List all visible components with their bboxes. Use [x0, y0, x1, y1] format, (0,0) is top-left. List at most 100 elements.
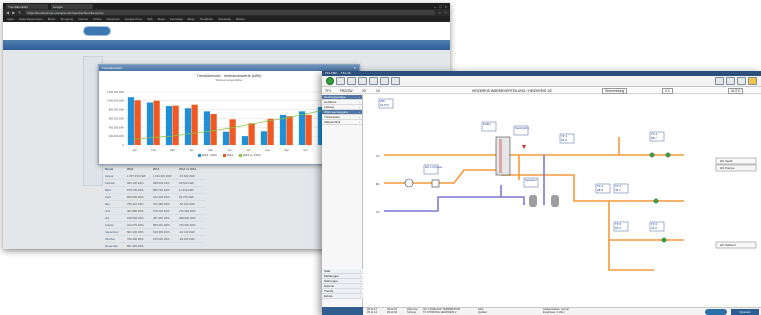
info-system[interactable]: FBZ/ZW	[340, 89, 353, 93]
bar-2013 - 2014-Mär[interactable]	[165, 106, 173, 145]
bookmark-6[interactable]: Facebook	[107, 17, 120, 21]
bar-2013 - 2014-Okt[interactable]	[298, 111, 306, 145]
motor-valve-icon-3[interactable]	[661, 237, 667, 243]
bar-2013 - 2014-Mai[interactable]	[203, 111, 211, 145]
bottom-menu-item-5[interactable]: Extras ›	[322, 294, 363, 299]
table-row[interactable]: Juni 301.880 kWh 578.140 kWh 276.260 kWh	[105, 208, 205, 215]
bookmark-8[interactable]: IMA	[147, 17, 152, 21]
back-icon[interactable]: ◀	[6, 10, 9, 15]
line-point-Aug[interactable]	[266, 120, 269, 122]
close-icon[interactable]: ×	[354, 65, 356, 70]
camera-icon[interactable]	[380, 77, 389, 85]
column-header[interactable]: Monat	[105, 167, 127, 171]
bookmark-1[interactable]: Hotel Reservation	[19, 17, 43, 21]
info-sub[interactable]: 10	[376, 89, 380, 93]
line-point-Jul[interactable]	[247, 123, 250, 126]
forward-icon[interactable]: ▶	[12, 10, 15, 15]
bar-2014-Apr[interactable]	[191, 104, 198, 145]
heat-exchanger[interactable]	[495, 136, 511, 176]
mode-box[interactable]: AUTO	[728, 88, 744, 94]
column-header[interactable]: 2013	[127, 167, 153, 171]
table-row[interactable]: Januar 1.087.930 kWh 1.011.310 kWh -76.620 …	[105, 173, 205, 180]
bar-2014-Jul[interactable]	[248, 123, 255, 145]
bookmark-11[interactable]: Ebay	[188, 17, 195, 21]
bar-2013 - 2014-Aug[interactable]	[260, 131, 268, 145]
bookmark-9[interactable]: Maps	[158, 17, 165, 21]
bar-2014-Feb[interactable]	[153, 100, 160, 145]
table-row[interactable]: August 312.670 kWh 589.210 kWh 276.540 kWh	[105, 222, 205, 229]
table-row[interactable]: Oktober 762.440 kWh 679.020 kWh -83.420 kWh	[105, 236, 205, 243]
bookmark-14[interactable]: Wetter	[236, 17, 245, 21]
help-icon[interactable]	[726, 77, 735, 85]
line-point-Sep[interactable]	[285, 117, 288, 119]
close-icon[interactable]: ×	[445, 4, 447, 9]
list-icon[interactable]	[358, 77, 367, 85]
browser-tab-1[interactable]: Trendübersicht	[6, 3, 48, 9]
legend-item[interactable]: 2013 - 2014	[197, 153, 217, 157]
motor-valve-icon-1[interactable]	[665, 152, 671, 158]
table-row[interactable]: April 829.050 kWh 912.420 kWh 83.370 kWh	[105, 194, 205, 201]
bar-2013 - 2014-Apr[interactable]	[184, 108, 192, 145]
bar-2013 - 2014-Jun[interactable]	[222, 131, 230, 145]
bookmark-2[interactable]: Music	[48, 17, 56, 21]
bar-2013 - 2014-Jan[interactable]	[127, 97, 135, 145]
line-point-Jan[interactable]	[133, 138, 136, 141]
line-point-Mär[interactable]	[171, 135, 174, 138]
mail-icon[interactable]	[748, 77, 757, 85]
bookmark-0[interactable]: Apps	[7, 17, 14, 21]
settings-icon[interactable]	[737, 77, 746, 85]
line-point-Apr[interactable]	[190, 132, 193, 135]
value-box[interactable]: 4.2	[662, 88, 673, 94]
bookmark-5[interactable]: Online	[93, 17, 102, 21]
user-icon[interactable]	[715, 77, 724, 85]
table-row[interactable]: März 878.430 kWh 889.760 kWh 11.330 kWh	[105, 187, 205, 194]
line-point-Mai[interactable]	[209, 130, 212, 133]
storage-tank-2[interactable]	[551, 195, 559, 207]
column-header[interactable]: 2014	[153, 167, 179, 171]
sidebar-item-5[interactable]: Kältetechnik ›	[322, 120, 362, 125]
minimize-icon[interactable]: –	[434, 4, 436, 9]
line-point-Okt[interactable]	[304, 113, 307, 115]
bar-2014-Sep[interactable]	[286, 116, 293, 145]
motor-valve-icon-2[interactable]	[653, 198, 659, 204]
table-row[interactable]: Februar 960.120 kWh 998.640 kWh 38.520 kWh	[105, 180, 205, 187]
table-row[interactable]: Mai 758.410 kWh 701.980 kWh -56.430 kWh	[105, 201, 205, 208]
table-row[interactable]: Juli 198.520 kWh 487.350 kWh 288.830 kWh	[105, 215, 205, 222]
bar-2014-Mär[interactable]	[172, 105, 179, 145]
bookmark-7[interactable]: Google Drive	[125, 17, 143, 21]
grid-icon[interactable]	[347, 77, 356, 85]
info-number[interactable]: 20	[362, 89, 366, 93]
bar-2013 - 2014-Jul[interactable]	[241, 136, 249, 145]
print-icon[interactable]	[369, 77, 378, 85]
start-icon[interactable]	[326, 77, 334, 85]
pump-icon[interactable]	[404, 178, 414, 188]
menu-icon[interactable]: ≡	[445, 10, 447, 15]
bookmark-10[interactable]: Fernstaat	[170, 17, 183, 21]
table-row[interactable]: November 861.250 kWh	[105, 243, 205, 249]
browser-tab-2[interactable]: Google	[51, 3, 93, 9]
valve-icon[interactable]	[431, 179, 440, 188]
bar-2014-Jun[interactable]	[229, 119, 236, 145]
back-icon[interactable]	[336, 77, 345, 85]
storage-tank-1[interactable]	[529, 195, 537, 207]
bar-2014-Okt[interactable]	[305, 114, 312, 145]
bar-2014-Jan[interactable]	[134, 100, 141, 145]
bookmark-12[interactable]: Trendbüro	[200, 17, 214, 21]
bookmark-3[interactable]: Shopping	[61, 17, 74, 21]
bar-2013 - 2014-Sep[interactable]	[279, 114, 287, 145]
column-header[interactable]: 2014 vs 2013	[179, 167, 205, 171]
legend-item[interactable]: 2014 vs. 2013	[238, 153, 260, 157]
alarm-valve-icon[interactable]	[522, 145, 526, 149]
motor-valve-icon-0[interactable]	[649, 152, 655, 158]
line-point-Jun[interactable]	[228, 127, 231, 130]
line-point-Feb[interactable]	[152, 136, 155, 139]
reload-icon[interactable]: ↻	[18, 10, 21, 15]
legend-item[interactable]: 2014	[222, 153, 233, 157]
bar-2014-Aug[interactable]	[267, 118, 274, 145]
export-icon[interactable]	[391, 77, 400, 85]
bar-2013 - 2014-Feb[interactable]	[146, 102, 154, 145]
maximize-icon[interactable]: □	[439, 4, 441, 9]
table-row[interactable]: September 681.030 kWh 648.900 kWh -32.130 k…	[105, 229, 205, 236]
options-button[interactable]: Optionen	[731, 309, 759, 315]
bar-2014-Mai[interactable]	[210, 114, 217, 145]
